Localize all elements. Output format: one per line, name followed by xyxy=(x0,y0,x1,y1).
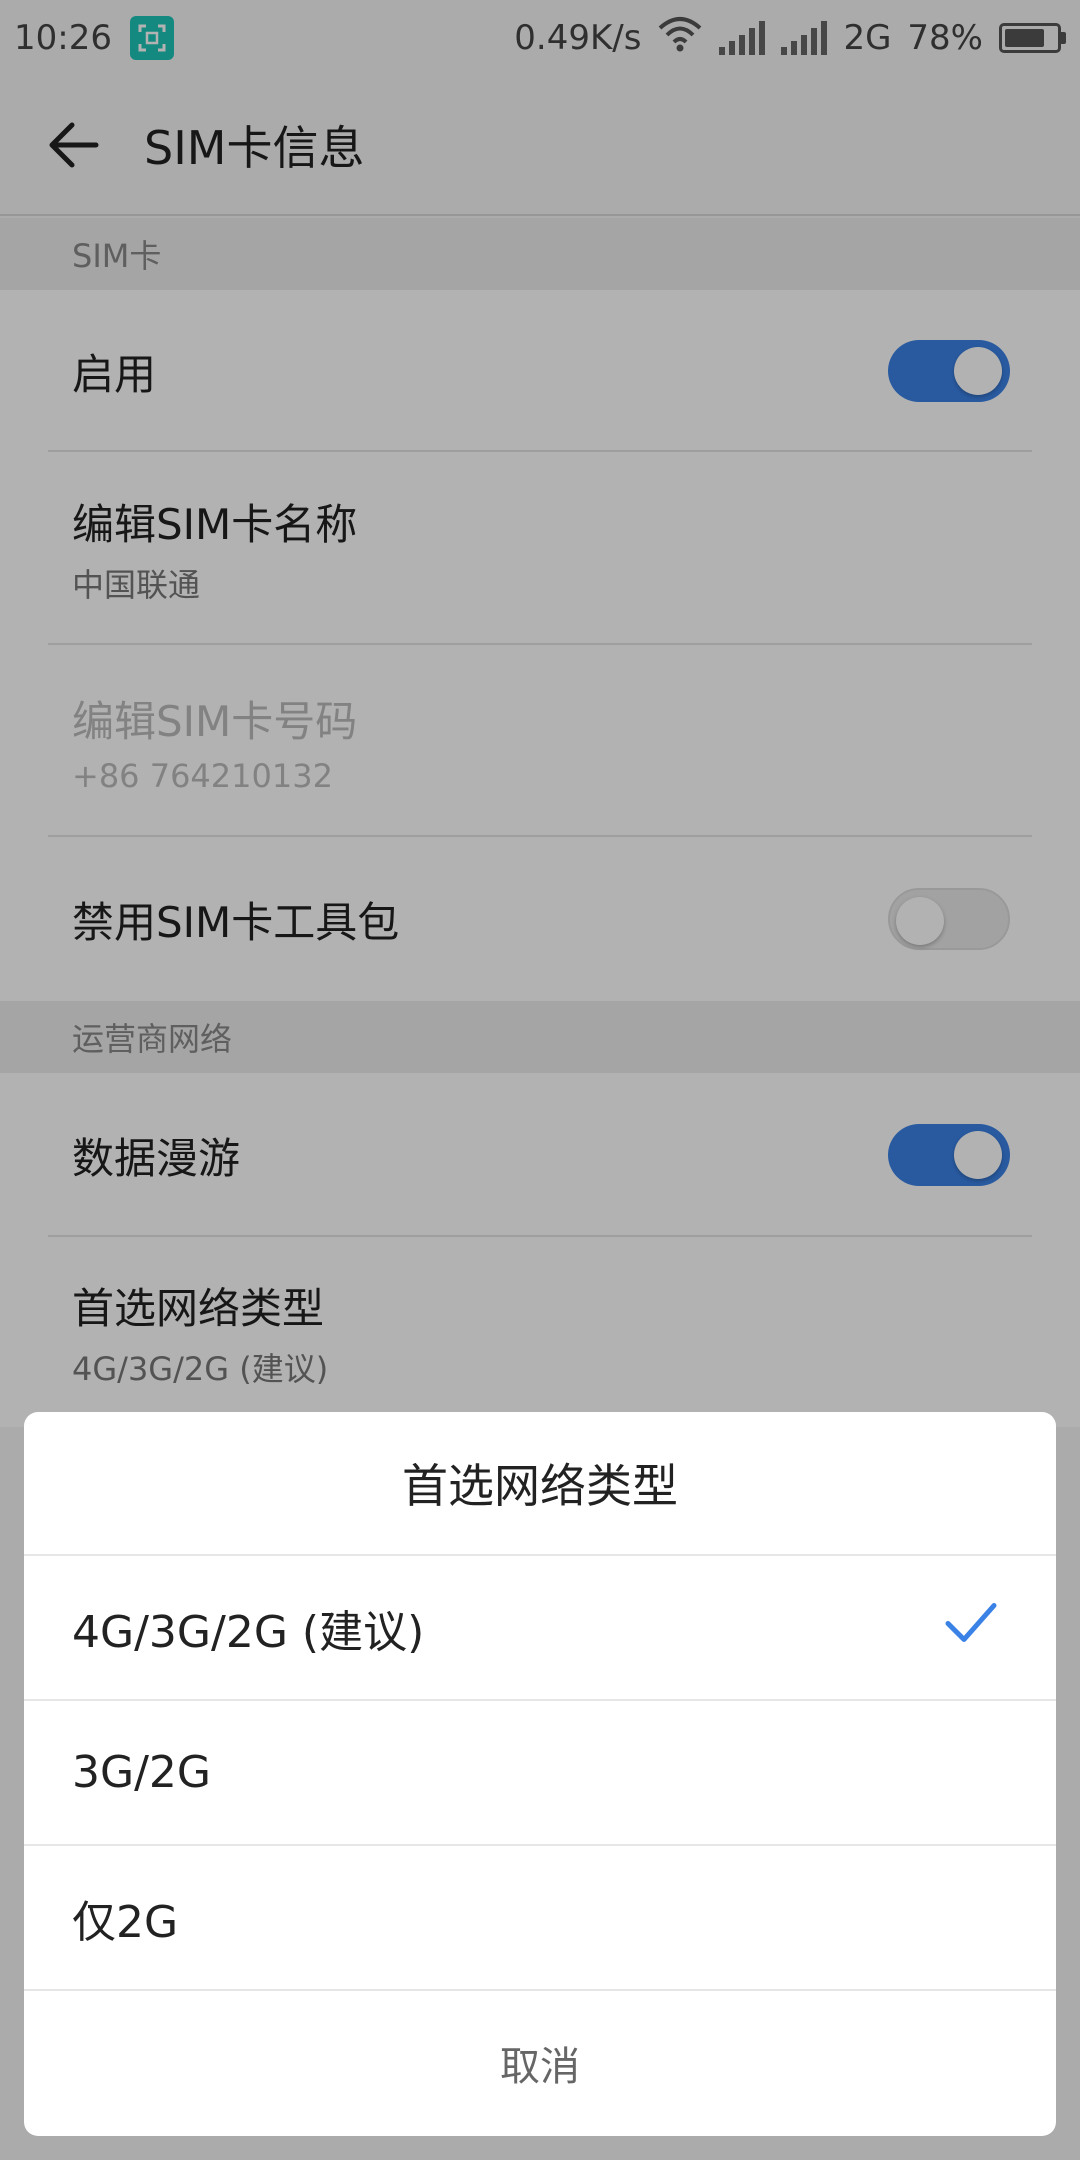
dialog-title: 首选网络类型 xyxy=(24,1412,1056,1556)
option-label: 仅2G xyxy=(72,1896,179,1948)
option-3g-2g[interactable]: 3G/2G xyxy=(24,1701,1056,1846)
network-type-dialog: 首选网络类型 4G/3G/2G (建议) 3G/2G 仅2G 取消 xyxy=(24,1412,1056,2136)
cancel-button[interactable]: 取消 xyxy=(24,1991,1056,2135)
option-label: 3G/2G xyxy=(72,1747,212,1798)
option-2g-only[interactable]: 仅2G xyxy=(24,1846,1056,1991)
checkmark-icon xyxy=(944,1601,998,1654)
option-4g-3g-2g[interactable]: 4G/3G/2G (建议) xyxy=(24,1556,1056,1701)
option-label: 4G/3G/2G (建议) xyxy=(72,1606,425,1658)
